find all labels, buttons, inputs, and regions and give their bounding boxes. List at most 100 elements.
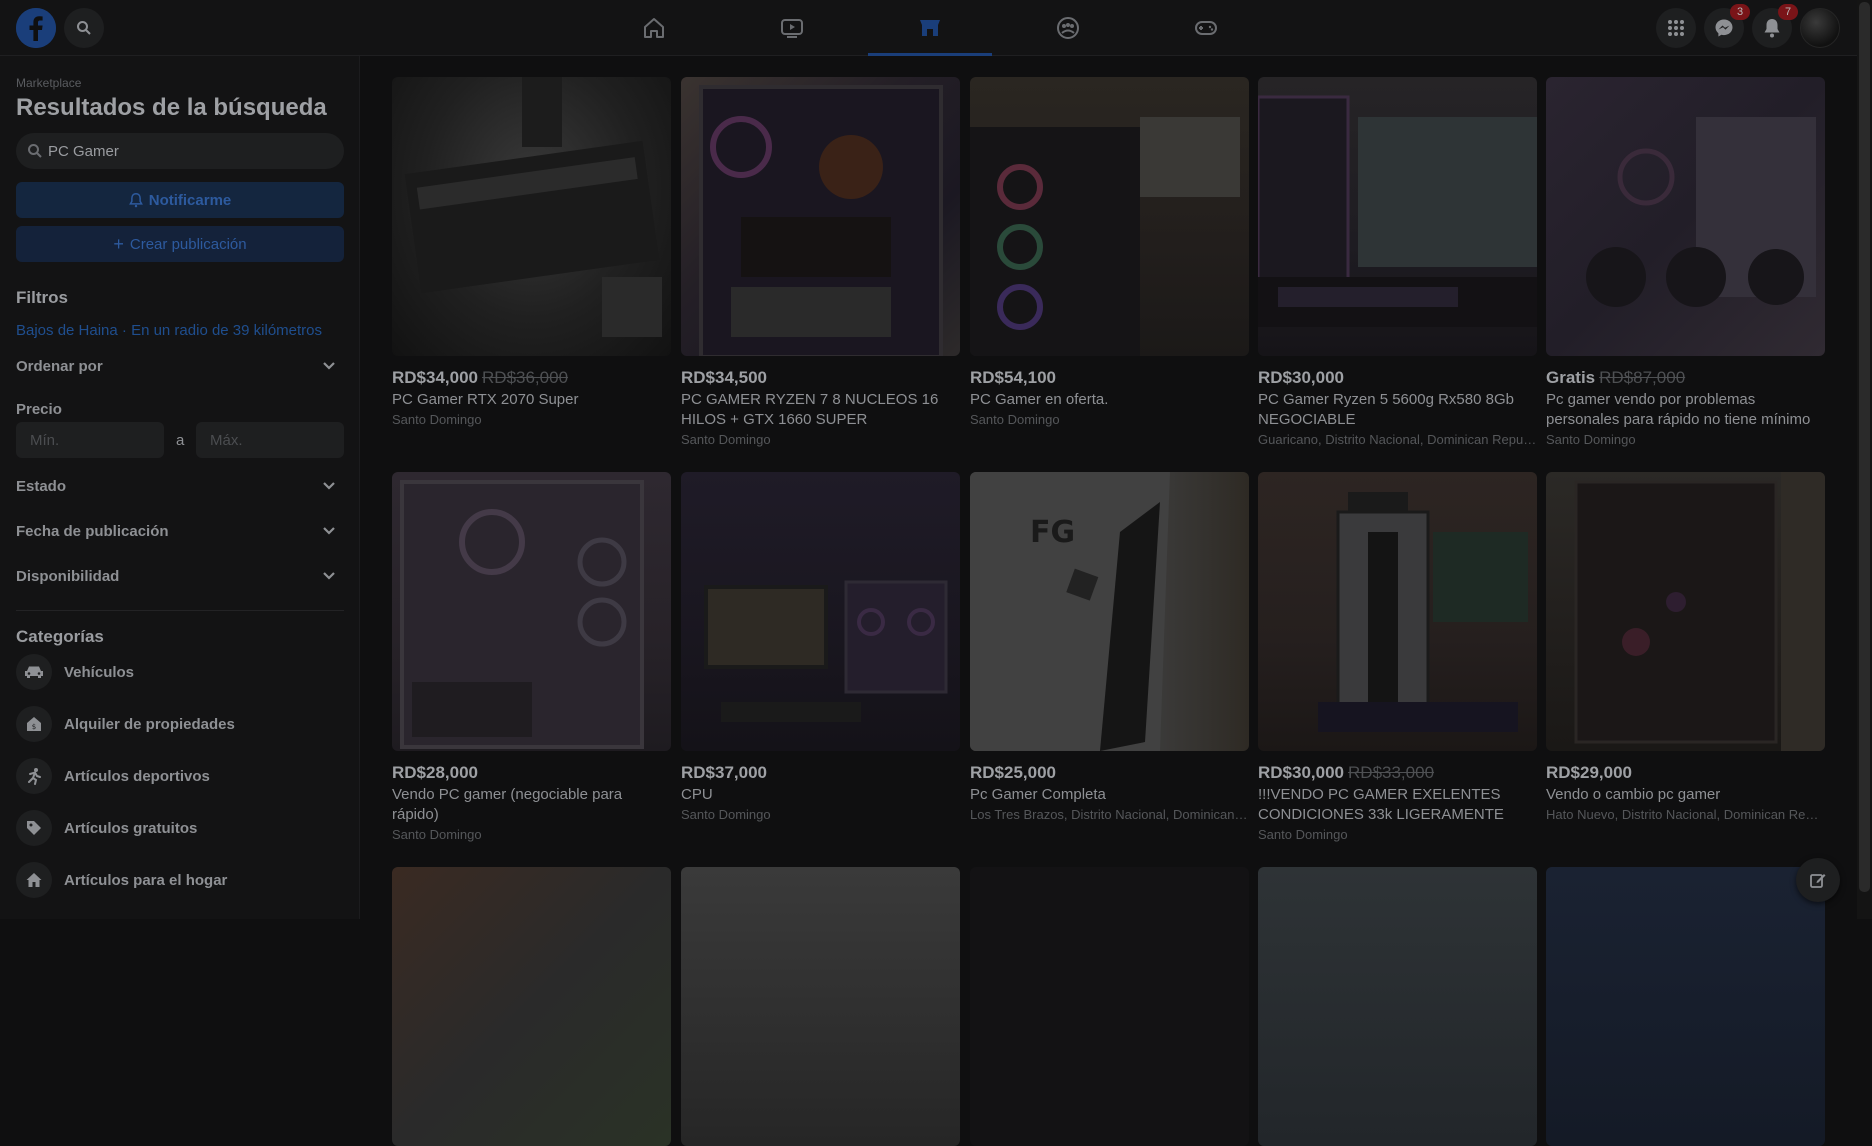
max-price-input[interactable]: Máx. <box>196 422 344 458</box>
listing-card[interactable]: RD$34,500 PC GAMER RYZEN 7 8 NUCLEOS 16 … <box>681 77 960 450</box>
listing-card[interactable]: RD$37,000 CPU Santo Domingo <box>681 472 960 825</box>
listing-location: Hato Nuevo, Distrito Nacional, Dominican… <box>1546 807 1825 822</box>
edit-icon <box>1810 874 1826 888</box>
listing-card[interactable]: RD$30,000 RD$33,000 !!!VENDO PC GAMER EXE… <box>1258 472 1537 845</box>
chevron-down-icon <box>323 527 335 535</box>
listing-photo[interactable] <box>1258 77 1537 356</box>
top-navigation-bar: 3 7 <box>0 0 1857 56</box>
listing-card[interactable]: RD$29,000 Vendo o cambio pc gamer Hato N… <box>1546 472 1825 825</box>
listing-card[interactable]: RD$34,000 RD$36,000 PC Gamer RTX 2070 Sup… <box>392 77 671 430</box>
listing-card[interactable] <box>1546 867 1825 1146</box>
marketplace-sidebar: Marketplace Resultados de la búsqueda PC… <box>0 56 360 919</box>
gamepad-icon <box>1195 21 1217 35</box>
listing-photo[interactable] <box>392 867 671 1146</box>
listing-card[interactable]: RD$30,000 PC Gamer Ryzen 5 5600g Rx580 8… <box>1258 77 1537 450</box>
search-button[interactable] <box>64 8 104 48</box>
category-home-goods[interactable]: Artículos para el hogar <box>16 860 346 900</box>
tab-gaming[interactable] <box>1144 0 1268 56</box>
max-price-placeholder: Máx. <box>210 431 243 449</box>
notifications-button[interactable]: 7 <box>1752 4 1798 48</box>
sort-filter[interactable]: Ordenar por <box>16 354 336 378</box>
listing-location: Santo Domingo <box>681 807 771 822</box>
listing-photo[interactable] <box>1258 472 1537 751</box>
listing-photo[interactable] <box>392 472 671 751</box>
listing-price: RD$30,000 <box>1258 763 1345 782</box>
listing-photo[interactable] <box>681 867 960 1146</box>
listing-price: RD$25,000 <box>970 763 1057 782</box>
chevron-down-icon <box>323 362 335 370</box>
listing-photo[interactable] <box>970 867 1249 1146</box>
sort-label: Ordenar por <box>16 357 103 375</box>
categories-heading: Categorías <box>16 627 104 646</box>
notify-label: Notificarme <box>148 191 232 209</box>
compose-button[interactable] <box>1796 858 1840 902</box>
category-sporting-goods[interactable]: Artículos deportivos <box>16 756 346 796</box>
category-free-stuff[interactable]: Artículos gratuitos <box>16 808 346 848</box>
scrollbar-thumb[interactable] <box>1859 2 1870 892</box>
listing-title: PC Gamer Ryzen 5 5600g Rx580 8Gb NEGOCIA… <box>1258 391 1514 428</box>
min-price-input[interactable]: Mín. <box>16 422 164 458</box>
svg-text:FG: FG <box>1030 515 1075 550</box>
category-property-rentals[interactable]: $ Alquiler de propiedades <box>16 704 346 744</box>
listing-old-price: RD$87,000 <box>1599 368 1686 387</box>
search-icon <box>28 144 42 158</box>
menu-button[interactable] <box>1656 8 1696 48</box>
listing-location: Los Tres Brazos, Distrito Nacional, Domi… <box>970 807 1249 822</box>
plus-icon: + <box>113 234 124 254</box>
listing-photo[interactable] <box>970 77 1249 356</box>
account-avatar[interactable] <box>1800 8 1840 48</box>
grid-menu-icon <box>1668 20 1684 36</box>
listing-photo[interactable] <box>1546 472 1825 751</box>
tab-marketplace[interactable] <box>868 0 992 56</box>
breadcrumb[interactable]: Marketplace <box>16 76 81 90</box>
listing-card[interactable]: FG RD$25,000 Pc Gamer Completa Los Tres … <box>970 472 1249 825</box>
listing-location: Santo Domingo <box>970 412 1060 427</box>
listing-price: Gratis <box>1546 368 1596 387</box>
listing-card[interactable] <box>392 867 671 1146</box>
date-filter[interactable]: Fecha de publicación <box>16 519 336 543</box>
listing-title: PC GAMER RYZEN 7 8 NUCLEOS 16 HILOS + GT… <box>681 391 939 428</box>
availability-filter[interactable]: Disponibilidad <box>16 564 336 588</box>
listing-photo[interactable] <box>1546 77 1825 356</box>
listing-photo[interactable] <box>681 77 960 356</box>
location-filter-link[interactable]: Bajos de Haina · En un radio de 39 kilóm… <box>16 322 322 339</box>
listing-card[interactable]: RD$54,100 PC Gamer en oferta. Santo Domi… <box>970 77 1249 430</box>
listing-card[interactable]: RD$28,000 Vendo PC gamer (negociable par… <box>392 472 671 845</box>
search-input[interactable]: PC Gamer <box>16 133 344 169</box>
listing-card[interactable] <box>970 867 1249 1146</box>
chevron-down-icon <box>323 572 335 580</box>
category-vehicles[interactable]: Vehículos <box>16 652 346 692</box>
tab-groups[interactable] <box>1006 0 1130 56</box>
notify-button[interactable]: Notificarme <box>16 182 344 218</box>
listing-title: Vendo PC gamer (negociable para rápido) <box>392 786 623 823</box>
tab-watch[interactable] <box>730 0 854 56</box>
listing-photo[interactable] <box>681 472 960 751</box>
listing-photo[interactable]: FG <box>970 472 1249 751</box>
create-listing-button[interactable]: + Crear publicación <box>16 226 344 262</box>
listing-photo[interactable] <box>1546 867 1825 1146</box>
filters-heading: Filtros <box>16 288 68 307</box>
car-icon <box>25 666 43 678</box>
house-rent-icon: $ <box>27 717 41 731</box>
price-separator: a <box>176 432 185 449</box>
listing-card[interactable] <box>681 867 960 1146</box>
category-label: Artículos deportivos <box>64 767 210 785</box>
running-icon <box>28 768 41 785</box>
condition-filter[interactable]: Estado <box>16 474 336 498</box>
listing-location: Santo Domingo <box>392 412 482 427</box>
tab-home[interactable] <box>592 0 716 56</box>
availability-label: Disponibilidad <box>16 567 120 585</box>
listing-card[interactable]: Gratis RD$87,000 Pc gamer vendo por probl… <box>1546 77 1825 450</box>
listing-card[interactable] <box>1258 867 1537 1146</box>
min-price-placeholder: Mín. <box>30 431 60 449</box>
facebook-logo-icon[interactable] <box>16 8 56 48</box>
listing-title: CPU <box>681 786 713 803</box>
notifications-badge: 7 <box>1778 4 1798 20</box>
listing-photo[interactable] <box>1258 867 1537 1146</box>
messenger-button[interactable]: 3 <box>1704 4 1750 48</box>
listing-old-price: RD$33,000 <box>1348 763 1435 782</box>
groups-icon <box>1057 17 1079 39</box>
listing-photo[interactable] <box>392 77 671 356</box>
condition-label: Estado <box>16 477 67 495</box>
listing-price: RD$34,500 <box>681 368 768 387</box>
